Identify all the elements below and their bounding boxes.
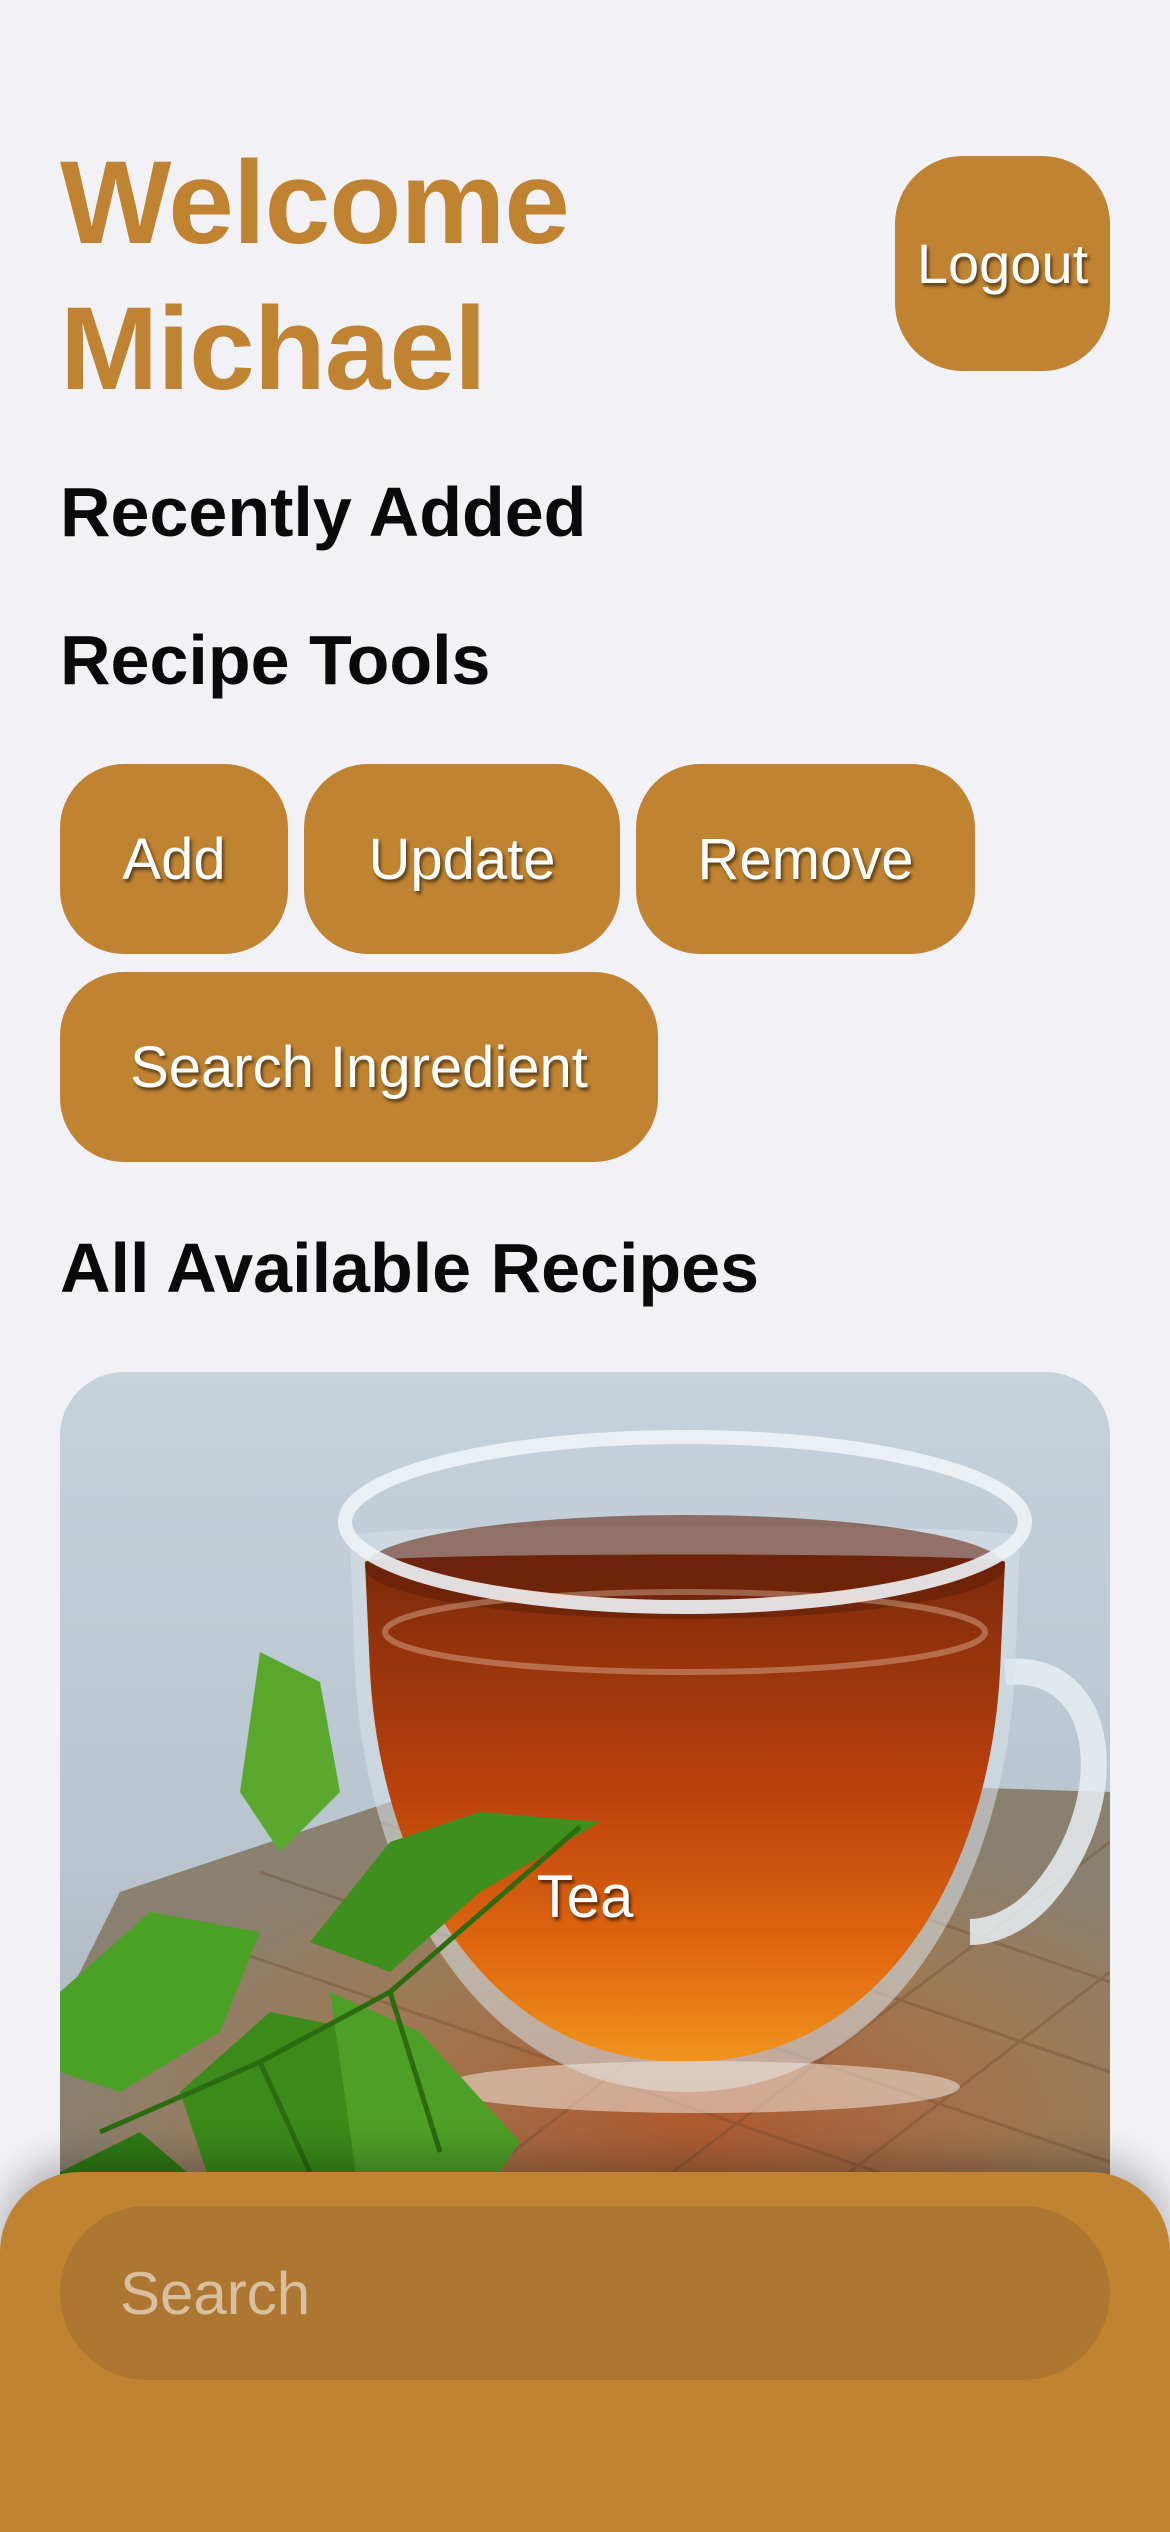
home-screen: Welcome Michael Logout Recently Added Re… (0, 0, 1170, 2532)
recipe-card[interactable]: Tea (60, 1372, 1110, 2272)
search-ingredient-button[interactable]: Search Ingredient (60, 972, 658, 1162)
welcome-line: Welcome (60, 137, 570, 269)
add-recipe-button[interactable]: Add (60, 764, 288, 954)
logout-button[interactable]: Logout (895, 156, 1110, 371)
bottom-search-bar (0, 2172, 1170, 2532)
search-input[interactable] (60, 2206, 1110, 2380)
recipe-name: Tea (536, 1863, 634, 1930)
recipe-image (60, 1430, 1110, 2272)
recipe-tools-heading: Recipe Tools (60, 621, 491, 699)
update-recipe-button[interactable]: Update (304, 764, 620, 954)
welcome-heading: Welcome Michael (60, 130, 860, 422)
user-name: Michael (60, 283, 487, 415)
remove-recipe-button[interactable]: Remove (636, 764, 975, 954)
all-recipes-heading: All Available Recipes (60, 1229, 760, 1307)
recently-added-heading: Recently Added (60, 473, 587, 551)
